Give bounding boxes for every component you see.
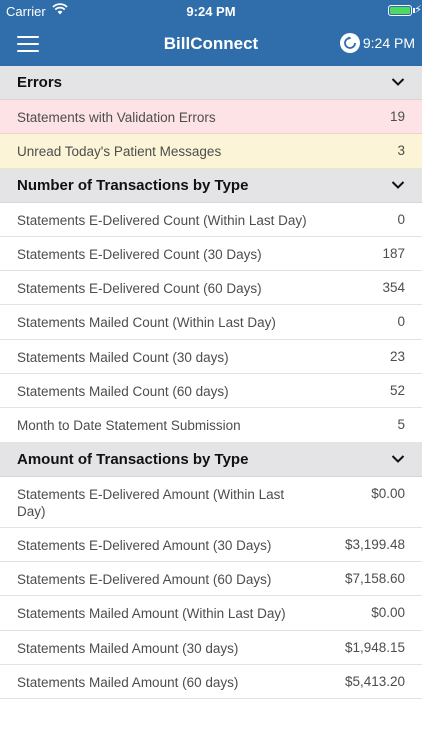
list-item[interactable]: Statements E-Delivered Amount (60 Days) $… xyxy=(0,562,422,597)
row-value: $7,158.60 xyxy=(344,570,405,586)
row-value: 187 xyxy=(382,245,405,261)
list-item[interactable]: Statements Mailed Count (60 days) 52 xyxy=(0,374,422,409)
chevron-down-icon[interactable] xyxy=(391,178,405,197)
section-title: Number of Transactions by Type xyxy=(17,176,249,194)
row-value: 19 xyxy=(389,109,405,124)
list-item[interactable]: Statements Mailed Count (30 days) 23 xyxy=(0,340,422,375)
row-value: $5,413.20 xyxy=(344,673,405,689)
row-value: 354 xyxy=(382,280,405,296)
row-label: Statements E-Delivered Amount (30 Days) xyxy=(17,537,272,553)
section-errors-header[interactable]: Errors xyxy=(0,66,422,100)
row-value: $3,199.48 xyxy=(344,536,405,552)
row-label: Statements Mailed Amount (30 days) xyxy=(17,640,239,656)
row-label: Statements Mailed Amount (60 days) xyxy=(17,674,239,690)
list-item-unread-messages[interactable]: Unread Today's Patient Messages 3 xyxy=(0,134,422,169)
section-title: Amount of Transactions by Type xyxy=(17,450,249,468)
list-item[interactable]: Month to Date Statement Submission 5 xyxy=(0,408,422,443)
chevron-down-icon[interactable] xyxy=(391,75,405,94)
section-title: Errors xyxy=(17,74,63,91)
list-item[interactable]: Statements E-Delivered Amount (Within La… xyxy=(0,477,422,528)
nav-bar: BillConnect 9:24 PM xyxy=(0,22,422,66)
row-value: $1,948.15 xyxy=(344,639,405,655)
row-value: $0.00 xyxy=(371,485,405,501)
list-item[interactable]: Statements Mailed Amount (Within Last Da… xyxy=(0,596,422,631)
list-item[interactable]: Statements E-Delivered Count (30 Days) 18… xyxy=(0,237,422,272)
row-label: Statements Mailed Count (60 days) xyxy=(17,384,229,400)
charging-icon: ⚡ xyxy=(414,4,422,16)
row-value: 0 xyxy=(397,314,405,330)
list-item[interactable]: Statements E-Delivered Amount (30 Days) $… xyxy=(0,528,422,562)
list-item[interactable]: Statements E-Delivered Count (Within Las… xyxy=(0,203,422,237)
chevron-down-icon[interactable] xyxy=(391,452,405,471)
row-label: Statements Mailed Amount (Within Last Da… xyxy=(17,606,286,622)
row-label: Unread Today's Patient Messages xyxy=(17,144,222,160)
section-counts-header[interactable]: Number of Transactions by Type xyxy=(0,168,422,203)
row-label: Statements E-Delivered Amount (60 Days) xyxy=(17,571,272,587)
row-value: 5 xyxy=(397,417,405,433)
list-item-validation-errors[interactable]: Statements with Validation Errors 19 xyxy=(0,100,422,135)
row-value: 23 xyxy=(389,348,405,364)
row-label: Statements E-Delivered Count (60 Days) xyxy=(17,281,262,297)
status-bar: Carrier 9:24 PM ⚡ xyxy=(0,0,422,22)
status-time: 9:24 PM xyxy=(186,4,236,19)
row-label: Statements Mailed Count (Within Last Day… xyxy=(17,315,276,331)
refresh-icon[interactable] xyxy=(340,33,360,53)
row-label: Month to Date Statement Submission xyxy=(17,418,241,434)
row-label: Statements E-Delivered Amount (Within La… xyxy=(17,486,285,519)
row-label: Statements E-Delivered Count (Within Las… xyxy=(17,212,307,228)
row-label: Statements with Validation Errors xyxy=(17,110,216,125)
list-item[interactable]: Statements E-Delivered Count (60 Days) 35… xyxy=(0,271,422,306)
row-value: 3 xyxy=(397,143,405,159)
row-label: Statements Mailed Count (30 days) xyxy=(17,349,229,365)
list-item[interactable]: Statements Mailed Count (Within Last Day… xyxy=(0,305,422,340)
row-value: $0.00 xyxy=(371,605,405,621)
list-item[interactable]: Statements Mailed Amount (30 days) $1,948… xyxy=(0,631,422,665)
last-refresh-time: 9:24 PM xyxy=(362,35,415,51)
section-amounts-header[interactable]: Amount of Transactions by Type xyxy=(0,442,422,477)
list-item[interactable]: Statements Mailed Amount (60 days) $5,413… xyxy=(0,665,422,700)
battery-icon xyxy=(388,5,412,16)
row-value: 0 xyxy=(397,211,405,227)
row-value: 52 xyxy=(389,383,405,399)
row-label: Statements E-Delivered Count (30 Days) xyxy=(17,246,262,262)
